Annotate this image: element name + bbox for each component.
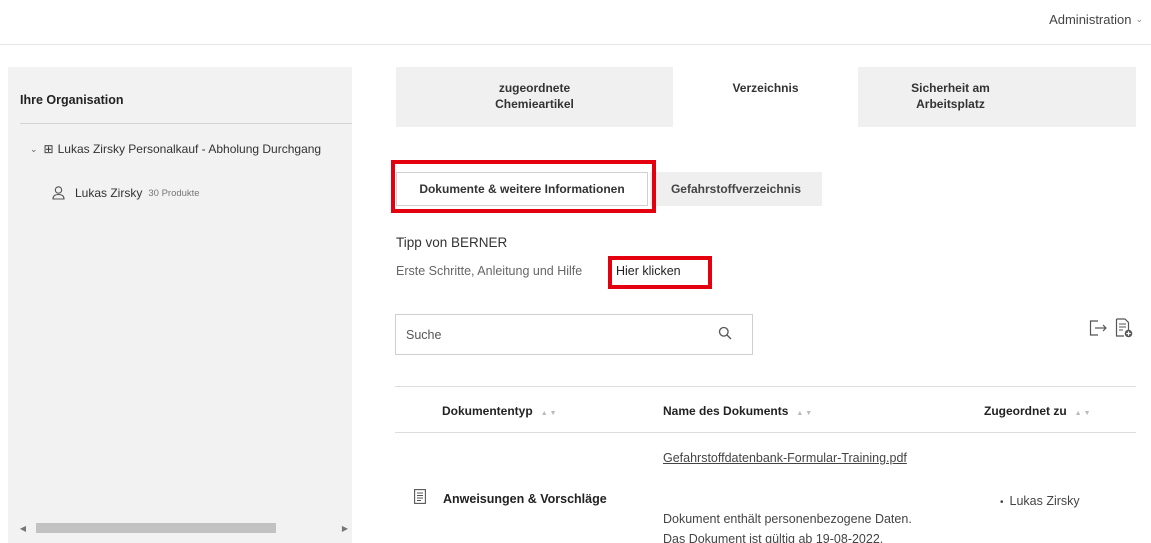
document-icon <box>414 489 426 507</box>
sidebar-title: Ihre Organisation <box>20 93 124 107</box>
search-box <box>395 314 753 355</box>
column-header-document-type[interactable]: Dokumententyp ▲▼ <box>442 404 559 418</box>
subtab-hazardous-substances[interactable]: Gefahrstoffverzeichnis <box>650 172 822 206</box>
column-label: Dokumententyp <box>442 404 533 418</box>
document-name-link[interactable]: Gefahrstoffdatenbank-Formular-Training.p… <box>663 448 933 468</box>
organization-name: Lukas Zirsky Personalkauf - Abholung Dur… <box>57 142 322 156</box>
document-type: Anweisungen & Vorschläge <box>443 492 607 506</box>
column-label: Zugeordnet zu <box>984 404 1067 418</box>
tab-label-line1: Verzeichnis <box>732 81 799 95</box>
document-note-validity: Das Dokument ist gültig ab 19-08-2022. <box>663 532 884 543</box>
tab-workplace-safety[interactable]: Sicherheit am Arbeitsplatz <box>858 67 1043 127</box>
sort-icon[interactable]: ▲▼ <box>796 410 814 417</box>
building-grid-icon: ⊞ <box>43 142 54 156</box>
column-header-assigned-to[interactable]: Zugeordnet zu ▲▼ <box>984 404 1093 418</box>
chevron-down-icon[interactable]: ⌄ <box>30 144 38 155</box>
tab-label-line1: Sicherheit am <box>911 81 990 95</box>
tree-item-organization[interactable]: ⌄ ⊞ Lukas Zirsky Personalkauf - Abholung… <box>30 142 321 156</box>
tab-label-line2: Chemieartikel <box>495 97 574 112</box>
main-tabs: zugeordnete Chemieartikel Verzeichnis Si… <box>396 67 1136 127</box>
sort-icon[interactable]: ▲▼ <box>541 410 559 417</box>
chevron-down-icon: ⌄ <box>1135 14 1143 24</box>
tip-link[interactable]: Hier klicken <box>616 264 681 278</box>
add-document-icon[interactable] <box>1115 318 1133 341</box>
search-input[interactable] <box>396 315 696 354</box>
user-icon <box>52 186 65 200</box>
tab-assigned-chemicals[interactable]: zugeordnete Chemieartikel <box>396 67 673 127</box>
tip-text: Erste Schritte, Anleitung und Hilfe <box>396 264 583 278</box>
tab-empty <box>1043 67 1136 127</box>
tab-label-line2: Arbeitsplatz <box>916 97 985 112</box>
sidebar-divider <box>20 123 352 124</box>
scrollbar-thumb[interactable] <box>36 523 276 533</box>
scroll-right-icon[interactable]: ▶ <box>338 524 352 533</box>
table-header: Dokumententyp ▲▼ Name des Dokuments ▲▼ Zug… <box>395 387 1136 433</box>
column-header-document-name[interactable]: Name des Dokuments ▲▼ <box>663 404 814 418</box>
bullet-icon: • <box>1000 497 1004 508</box>
tree-item-user[interactable]: Lukas Zirsky 30 Produkte <box>52 186 200 200</box>
user-name: Lukas Zirsky <box>75 186 143 200</box>
tab-label-line1: zugeordnete <box>498 81 571 95</box>
sort-icon[interactable]: ▲▼ <box>1075 410 1093 417</box>
assigned-to-item: • Lukas Zirsky <box>1000 494 1080 508</box>
product-count: 30 Produkte <box>148 187 200 199</box>
tab-directory[interactable]: Verzeichnis <box>673 67 858 127</box>
export-icon[interactable] <box>1089 320 1109 339</box>
administration-menu[interactable]: Administration ⌄ <box>1049 12 1143 27</box>
document-note-personal-data: Dokument enthält personenbezogene Daten. <box>663 512 912 526</box>
subtab-documents[interactable]: Dokumente & weitere Informationen <box>396 172 648 206</box>
top-bar: Administration ⌄ <box>0 0 1151 45</box>
tip-title: Tipp von BERNER <box>396 235 508 250</box>
search-icon[interactable] <box>718 326 732 343</box>
scrollbar-track[interactable] <box>30 523 338 533</box>
scroll-left-icon[interactable]: ◀ <box>16 524 30 533</box>
organization-sidebar: Ihre Organisation ⌄ ⊞ Lukas Zirsky Perso… <box>8 67 352 543</box>
assigned-user: Lukas Zirsky <box>1009 494 1080 508</box>
column-label: Name des Dokuments <box>663 404 789 418</box>
administration-label: Administration <box>1049 12 1132 27</box>
horizontal-scrollbar[interactable]: ◀ ▶ <box>16 521 352 535</box>
